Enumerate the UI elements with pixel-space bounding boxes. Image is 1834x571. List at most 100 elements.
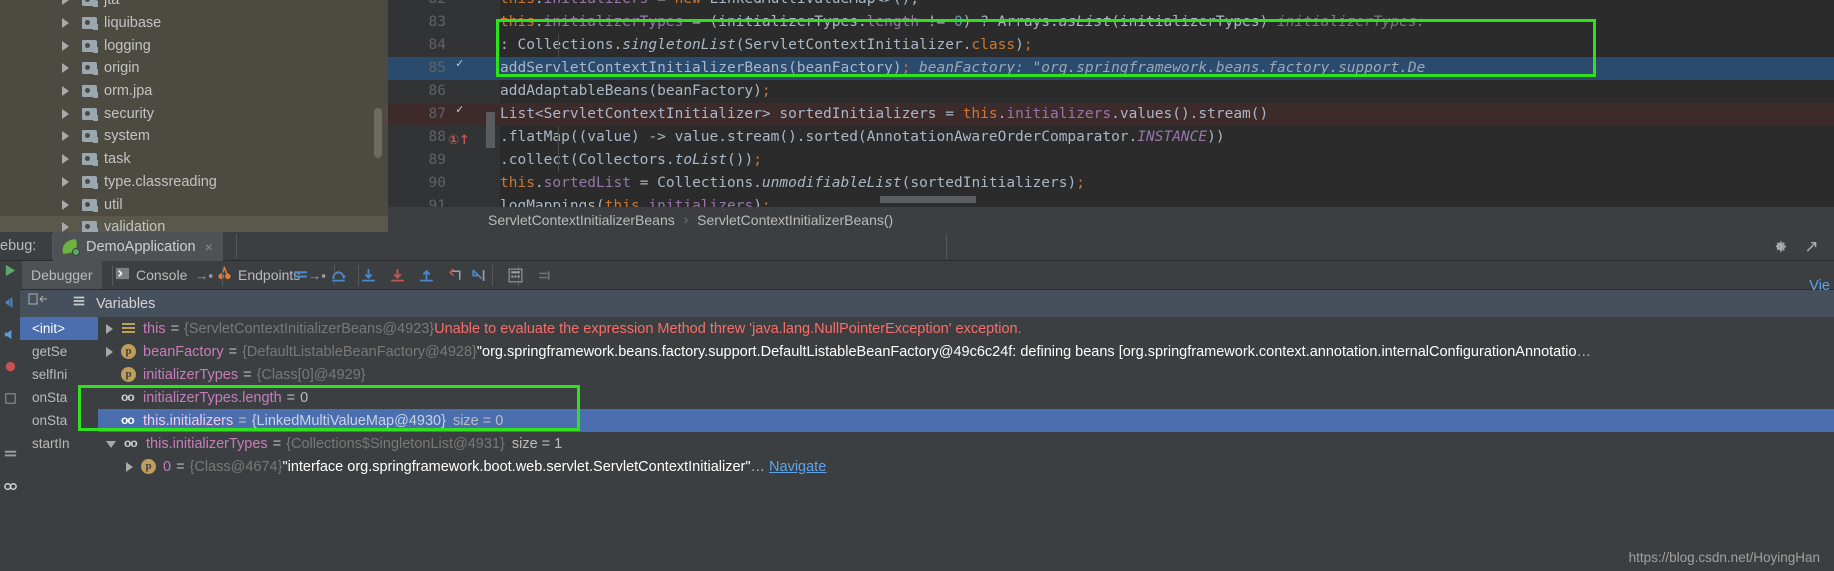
- expand-arrow-icon[interactable]: [62, 40, 69, 51]
- conditional-breakpoint-icon[interactable]: ①↑: [448, 129, 470, 148]
- code-line-82[interactable]: 82 this.initializers = new LinkedMultiVa…: [388, 0, 1834, 11]
- frames-icon[interactable]: [3, 447, 18, 462]
- pause-program-icon[interactable]: [3, 295, 18, 310]
- variable-row[interactable]: oo initializerTypes.length = 0: [98, 386, 1834, 409]
- mute-breakpoints-icon[interactable]: [3, 327, 18, 342]
- view-link[interactable]: Vie: [1809, 278, 1830, 294]
- frame-row[interactable]: <init>: [20, 317, 98, 340]
- variables-tree[interactable]: this = {ServletContextInitializerBeans@492…: [98, 317, 1834, 571]
- code-line-83[interactable]: 83 this.initializerTypes = (initializerT…: [388, 11, 1834, 34]
- restore-layout-icon[interactable]: [3, 391, 18, 406]
- expand-arrow-icon[interactable]: [62, 18, 69, 29]
- variable-row[interactable]: oo this.initializerTypes = {Collections$Sin…: [98, 432, 1834, 455]
- close-icon[interactable]: ×: [205, 239, 213, 255]
- tab-debugger[interactable]: Debugger: [22, 261, 102, 289]
- line-number: 86: [428, 83, 446, 99]
- line-number: 88: [428, 129, 446, 145]
- variable-name: this.initializerTypes: [146, 435, 268, 452]
- expand-arrow-icon[interactable]: [126, 461, 133, 472]
- breadcrumb[interactable]: ServletContextInitializerBeans › Servlet…: [388, 207, 1834, 232]
- frame-row[interactable]: onSta: [20, 386, 98, 409]
- force-step-into-icon[interactable]: [389, 267, 406, 284]
- expand-arrow-icon[interactable]: [62, 222, 69, 233]
- variable-size: size = 1: [511, 435, 563, 452]
- code-line-84[interactable]: 84 : Collections.singletonList(ServletCo…: [388, 34, 1834, 57]
- resume-program-icon[interactable]: [3, 263, 18, 278]
- tree-item-util[interactable]: util: [0, 193, 388, 216]
- tree-item-orm-jpa[interactable]: orm.jpa: [0, 80, 388, 103]
- folder-icon: [82, 0, 98, 8]
- variable-row[interactable]: this = {ServletContextInitializerBeans@492…: [98, 317, 1834, 340]
- tab-endpoints[interactable]: Endpoints →▪: [208, 261, 335, 289]
- watch-oo-icon: oo: [121, 413, 135, 427]
- step-over-icon[interactable]: [330, 267, 347, 284]
- run-configuration-tab[interactable]: DemoApplication ×: [53, 232, 223, 261]
- tree-item-origin[interactable]: origin: [0, 57, 388, 80]
- code-line-85[interactable]: 85 ✓ addServletContextInitializerBeans(be…: [388, 57, 1834, 80]
- expand-arrow-icon[interactable]: [62, 63, 69, 74]
- minimize-icon[interactable]: ↗: [1803, 238, 1820, 255]
- watermark: https://blog.csdn.net/HoyingHan: [1628, 550, 1820, 565]
- tree-item-security[interactable]: security: [0, 102, 388, 125]
- expand-arrow-icon[interactable]: [62, 176, 69, 187]
- tab-console[interactable]: Console →▪: [106, 261, 222, 289]
- variable-equals: =: [272, 435, 282, 452]
- frames-column[interactable]: <init> getSe selfIni onSta onSta startIn: [20, 317, 98, 571]
- watches-icon[interactable]: [3, 479, 18, 494]
- run-to-cursor-icon[interactable]: [470, 267, 487, 284]
- tree-item-liquibase[interactable]: liquibase: [0, 12, 388, 35]
- expand-arrow-icon[interactable]: [106, 441, 116, 448]
- variable-row[interactable]: oo this.initializers = {LinkedMultiValueMap…: [98, 409, 1834, 432]
- code-line-88[interactable]: 88 ①↑ .flatMap((value) -> value.stream().…: [388, 126, 1834, 149]
- code-line-91[interactable]: 91 logMappings(this.initializers);: [388, 195, 1834, 207]
- frame-label: getSe: [32, 344, 68, 359]
- code-line-90[interactable]: 90 this.sortedList = Collections.unmodif…: [388, 172, 1834, 195]
- variables-title: Variables: [96, 295, 156, 312]
- expand-arrow-icon[interactable]: [62, 86, 69, 97]
- expand-arrow-icon[interactable]: [62, 0, 69, 6]
- frame-row[interactable]: selfIni: [20, 363, 98, 386]
- code-editor[interactable]: 82 this.initializers = new LinkedMultiVa…: [388, 0, 1834, 207]
- tree-item-type-classreading[interactable]: type.classreading: [0, 171, 388, 194]
- variable-row[interactable]: p beanFactory = {DefaultListableBeanFactory…: [98, 340, 1834, 363]
- tree-item-logging[interactable]: logging: [0, 34, 388, 57]
- view-breakpoints-icon[interactable]: [3, 359, 18, 374]
- drop-frame-icon[interactable]: [447, 267, 464, 284]
- expand-arrow-icon[interactable]: [106, 346, 113, 357]
- step-out-icon[interactable]: [418, 267, 435, 284]
- expand-arrow-icon[interactable]: [62, 154, 69, 165]
- code-line-87[interactable]: 87 ✓ List<ServletContextInitializer> sort…: [388, 103, 1834, 126]
- expand-arrow-icon[interactable]: [62, 108, 69, 119]
- settings-icon[interactable]: [536, 267, 553, 284]
- show-execution-point-icon[interactable]: [292, 267, 309, 284]
- tree-item-system[interactable]: system: [0, 125, 388, 148]
- evaluate-expression-icon[interactable]: [507, 267, 524, 284]
- project-tree-panel[interactable]: jta liquibase logging origin orm.jpa security…: [0, 0, 388, 261]
- code-line-89[interactable]: 89 .collect(Collectors.toList());: [388, 149, 1834, 172]
- frame-row[interactable]: onSta: [20, 409, 98, 432]
- detach-icon[interactable]: →▪: [308, 268, 326, 283]
- frame-row[interactable]: getSe: [20, 340, 98, 363]
- variable-row[interactable]: p 0 = {Class@4674} "interface org.springfra…: [98, 455, 1834, 478]
- breadcrumb-method[interactable]: ServletContextInitializerBeans(): [697, 212, 893, 228]
- expand-arrow-icon[interactable]: [62, 131, 69, 142]
- frame-row[interactable]: startIn: [20, 432, 98, 455]
- divider: [946, 234, 947, 259]
- variable-size: size = 0: [452, 412, 504, 429]
- code-line-86[interactable]: 86 addAdaptableBeans(beanFactory);: [388, 80, 1834, 103]
- expand-arrow-icon[interactable]: [62, 199, 69, 210]
- variable-link[interactable]: Navigate: [769, 459, 826, 475]
- breadcrumb-class[interactable]: ServletContextInitializerBeans: [488, 212, 675, 228]
- tree-item-task[interactable]: task: [0, 148, 388, 171]
- copy-frame-icon[interactable]: [28, 293, 50, 314]
- variable-row[interactable]: p initializerTypes = {Class[0]@4929}: [98, 363, 1834, 386]
- tree-item-jta[interactable]: jta: [0, 0, 388, 12]
- editor-vertical-scrollbar[interactable]: [486, 112, 495, 148]
- breakpoint-icon[interactable]: ✓: [452, 103, 469, 123]
- expand-arrow-icon[interactable]: [106, 323, 113, 334]
- project-tree-scrollbar[interactable]: [374, 108, 382, 158]
- editor-horizontal-scrollbar[interactable]: [880, 196, 976, 203]
- step-into-icon[interactable]: [360, 267, 377, 284]
- gear-icon[interactable]: [1771, 238, 1788, 255]
- breakpoint-icon[interactable]: ✓: [452, 57, 469, 77]
